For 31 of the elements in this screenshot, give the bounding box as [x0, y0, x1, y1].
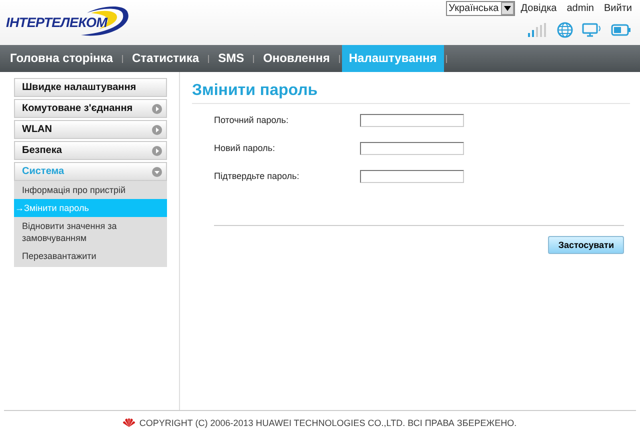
flower-logo-icon: [123, 418, 136, 427]
apply-button[interactable]: Застосувати: [548, 236, 624, 254]
sidebar-item[interactable]: Швидке налаштування: [14, 78, 167, 97]
field-label: Новий пароль:: [214, 143, 276, 153]
sidebar-subitem[interactable]: Відновити значення за замовчуванням: [14, 217, 167, 247]
password-field[interactable]: [360, 170, 464, 182]
header-link[interactable]: admin: [566, 3, 594, 14]
nav-tab[interactable]: SMS: [211, 45, 252, 72]
monitor-icon: [582, 22, 602, 38]
language-select[interactable]: Українська: [446, 1, 515, 16]
page-title: Змінити пароль: [192, 82, 630, 104]
field-label: Підтвердьте пароль:: [214, 171, 300, 181]
sidebar-item[interactable]: Комутоване з'єднання: [14, 99, 167, 118]
nav-tab[interactable]: Оновлення: [256, 45, 337, 72]
caret-icon: [504, 6, 511, 11]
password-field[interactable]: [360, 114, 464, 126]
signal-icon: [528, 23, 548, 37]
sidebar-subitem[interactable]: Інформація про пристрій: [14, 181, 167, 199]
nav-tab[interactable]: Головна сторінка: [3, 45, 120, 72]
sidebar-item[interactable]: Безпека: [14, 141, 167, 160]
field-label: Поточний пароль:: [214, 115, 290, 125]
copyright-text: COPYRIGHT (C) 2006-2013 HUAWEI TECHNOLOGIES CO.,LTD. ВСІ ПРАВА ЗБЕРЕЖЕНО.: [139, 418, 517, 428]
header-link[interactable]: Довідка: [520, 3, 557, 14]
header-link[interactable]: Вийти: [604, 3, 632, 14]
globe-icon: [557, 22, 573, 38]
sidebar-subitem[interactable]: Перезавантажити: [14, 247, 167, 265]
password-field[interactable]: [360, 142, 464, 154]
battery-icon: [611, 24, 631, 36]
sidebar-item[interactable]: WLAN: [14, 120, 167, 139]
logo-text: ІНТЕРТЕЛЕКОМ: [6, 15, 108, 30]
nav-tab[interactable]: Статистика: [124, 45, 206, 72]
